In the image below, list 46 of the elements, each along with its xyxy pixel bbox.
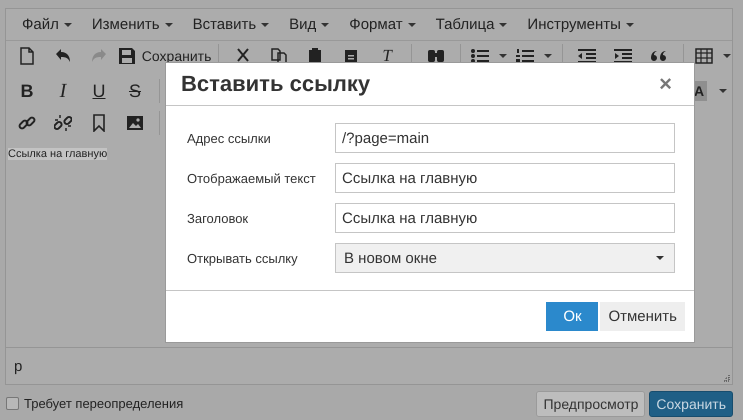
menu-item[interactable]: Вставить — [182, 10, 280, 40]
field-label: Адрес ссылки — [187, 130, 272, 146]
format-button[interactable]: B — [12, 77, 42, 105]
menu-item[interactable]: Формат — [339, 10, 426, 40]
menu-item[interactable]: Изменить — [82, 10, 183, 40]
element-path[interactable]: p — [14, 358, 22, 374]
caret-icon — [499, 54, 508, 58]
caret-icon — [408, 22, 416, 26]
checkbox-label: Требует переопределения — [24, 396, 184, 411]
caret-icon — [64, 22, 72, 26]
caret-icon — [656, 256, 664, 260]
menu-item[interactable]: Инструменты — [517, 10, 644, 40]
caret-icon[interactable] — [719, 89, 727, 93]
cancel-button[interactable]: Отменить — [600, 302, 685, 331]
caret-icon — [321, 22, 330, 26]
caret-icon — [626, 22, 634, 26]
save-button[interactable]: Сохранить — [649, 390, 733, 416]
numbered-list-icon — [516, 49, 534, 63]
input-field[interactable]: /?page=main — [335, 123, 675, 153]
input-field[interactable]: Ссылка на главную — [335, 163, 675, 193]
table-icon — [694, 48, 713, 64]
clear-format-button[interactable]: T — [372, 42, 402, 70]
field-label: Открывать ссылку — [187, 250, 299, 266]
menu-item[interactable]: Вид — [279, 10, 340, 40]
caret-icon — [261, 22, 270, 26]
ok-button[interactable]: Ок — [546, 302, 598, 331]
input-field[interactable]: Ссылка на главную — [335, 203, 675, 233]
format-button[interactable]: I — [48, 77, 78, 105]
format-button[interactable]: U — [84, 77, 114, 105]
menu-item[interactable]: Файл — [12, 10, 82, 40]
selected-text: Ссылка на главную — [8, 148, 108, 160]
resize-handle-icon[interactable] — [722, 374, 730, 382]
field-label: Заголовок — [187, 210, 250, 226]
caret-icon — [499, 22, 508, 26]
caret-icon — [164, 22, 173, 26]
checkbox[interactable] — [6, 397, 19, 410]
close-button[interactable]: × — [659, 73, 672, 95]
dialog-title: Вставить ссылку — [181, 71, 370, 97]
caret-icon — [544, 54, 552, 58]
bullet-list-icon — [471, 49, 490, 63]
menu-item[interactable]: Таблица — [426, 10, 518, 40]
field-label: Отображаемый текст — [187, 170, 317, 186]
dropdown[interactable]: В новом окне — [335, 243, 675, 273]
format-button[interactable]: S — [120, 77, 150, 105]
preview-button[interactable]: Предпросмотр — [536, 390, 646, 416]
caret-icon — [722, 54, 731, 58]
